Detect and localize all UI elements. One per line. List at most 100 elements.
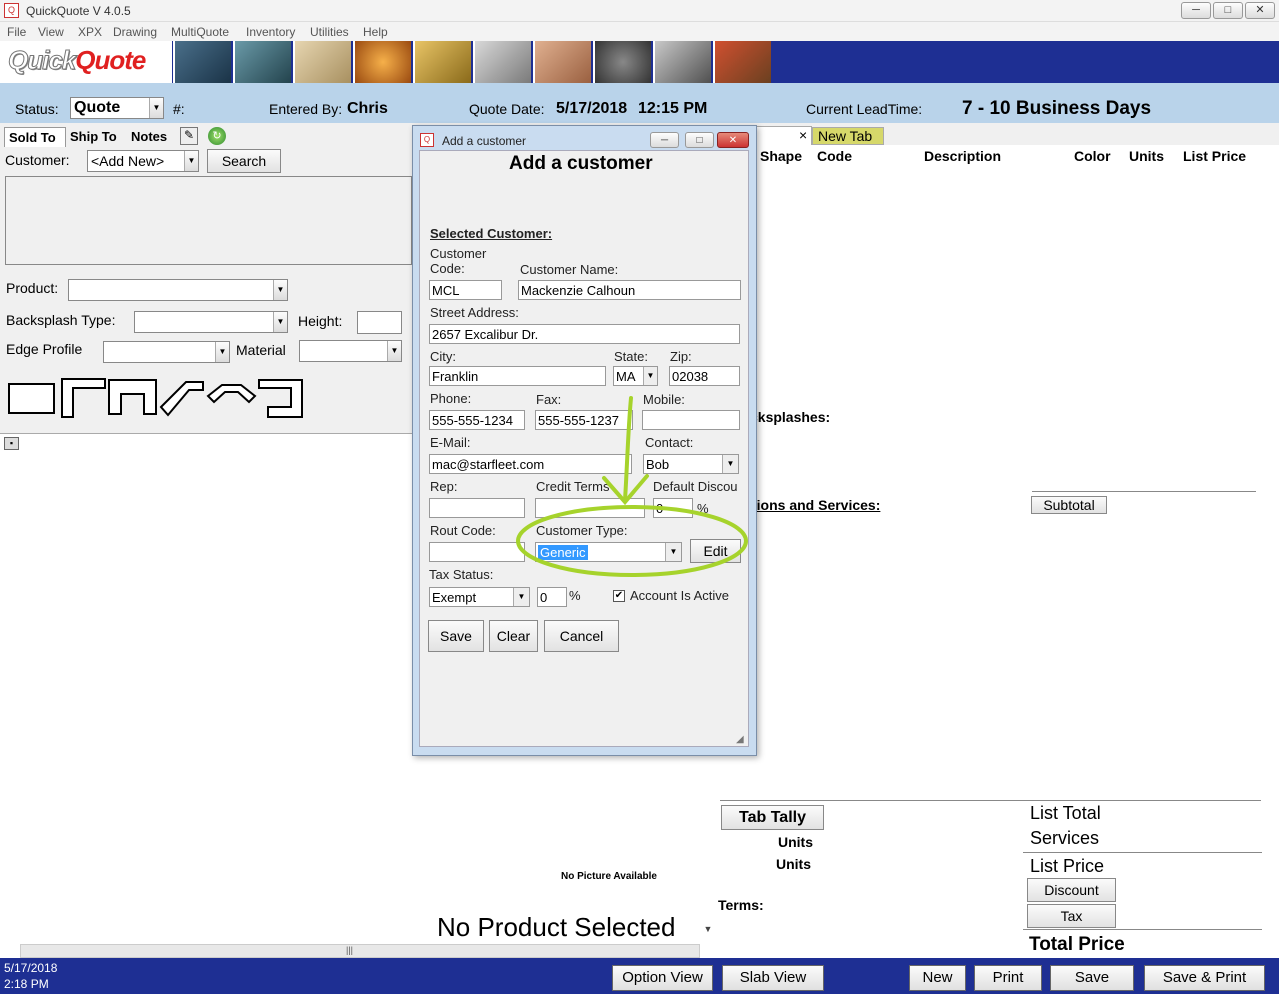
annotation-arrow-shaft xyxy=(623,396,633,502)
tab-sold-to[interactable]: Sold To xyxy=(4,127,66,147)
subtotal-button[interactable]: Subtotal xyxy=(1031,496,1107,514)
chevron-down-icon: ▼ xyxy=(387,341,401,361)
discount-button[interactable]: Discount xyxy=(1027,878,1116,902)
quote-date-value: 5/17/2018 xyxy=(556,100,628,117)
tax-status-label: Tax Status: xyxy=(429,567,494,582)
customer-name-input[interactable]: Mackenzie Calhoun xyxy=(518,280,741,300)
menu-view[interactable]: View xyxy=(38,25,64,39)
status-select[interactable]: Quote ▼ xyxy=(70,97,164,119)
countertop-swatch-2[interactable] xyxy=(233,41,291,83)
minimize-button[interactable]: ─ xyxy=(1181,2,1211,19)
maximize-button[interactable]: □ xyxy=(1213,2,1243,19)
countertop-swatch-8[interactable] xyxy=(593,41,651,83)
edge-profile-label: Edge Profile xyxy=(6,341,83,357)
chevron-down-icon: ▼ xyxy=(215,342,229,362)
u-shape-icon xyxy=(108,379,157,415)
list-price-label: List Price xyxy=(1030,856,1105,876)
menu-drawing[interactable]: Drawing xyxy=(113,25,157,39)
resize-grip-icon[interactable]: ◢ xyxy=(736,734,744,745)
chevron-down-icon: ▼ xyxy=(513,588,529,606)
rout-code-label: Rout Code: xyxy=(430,523,496,538)
product-label: Product: xyxy=(6,280,59,296)
countertop-swatch-5[interactable] xyxy=(413,41,471,83)
dialog-maximize-button[interactable]: □ xyxy=(685,132,714,148)
tab-tally-button[interactable]: Tab Tally xyxy=(721,805,824,830)
dialog-clear-button[interactable]: Clear xyxy=(489,620,538,652)
scroll-down-arrow-icon[interactable]: ▼ xyxy=(702,924,714,944)
material-select[interactable]: ▼ xyxy=(299,340,402,362)
tax-status-select[interactable]: Exempt ▼ xyxy=(429,587,530,607)
customer-info-box xyxy=(5,176,412,265)
horizontal-scrollbar[interactable]: ||| xyxy=(20,944,700,958)
slab-view-button[interactable]: Slab View xyxy=(722,965,824,991)
menu-xpx[interactable]: XPX xyxy=(78,25,102,39)
angle-shape-icon xyxy=(159,381,204,417)
city-label: City: xyxy=(430,349,456,364)
column-list-price: List Price xyxy=(1183,148,1247,164)
footer-time: 2:18 PM xyxy=(4,977,49,991)
countertop-swatch-3[interactable] xyxy=(293,41,351,83)
dialog-cancel-button[interactable]: Cancel xyxy=(544,620,619,652)
city-input[interactable]: Franklin xyxy=(429,366,606,386)
menu-help[interactable]: Help xyxy=(363,25,388,39)
account-active-checkbox[interactable]: ✔ xyxy=(613,590,625,602)
tax-button[interactable]: Tax xyxy=(1027,904,1116,928)
dialog-minimize-button[interactable]: ─ xyxy=(650,132,679,148)
dialog-window-title: Add a customer xyxy=(442,134,527,148)
backsplash-type-select[interactable]: ▼ xyxy=(134,311,288,333)
quote-time-value: 12:15 PM xyxy=(638,100,708,117)
pencil-icon[interactable]: ✎ xyxy=(180,127,198,145)
quote-items-panel: tion1 × New Tab Shape Code Description C… xyxy=(716,123,1279,958)
state-value: MA xyxy=(616,369,636,384)
quote-number-label: #: xyxy=(173,101,185,117)
title-bar: Q QuickQuote V 4.0.5 ─ □ ✕ xyxy=(0,0,1279,22)
customer-select[interactable]: <Add New> ▼ xyxy=(87,150,199,172)
menu-file[interactable]: File xyxy=(7,25,26,39)
street-address-label: Street Address: xyxy=(430,305,519,320)
backsplashes-heading: cksplashes: xyxy=(750,409,831,425)
search-button[interactable]: Search xyxy=(207,149,281,173)
height-label: Height: xyxy=(298,313,343,329)
close-tab-icon[interactable]: × xyxy=(799,127,807,143)
new-button[interactable]: New xyxy=(909,965,966,991)
countertop-swatch-4[interactable] xyxy=(353,41,411,83)
zip-input[interactable]: 02038 xyxy=(669,366,740,386)
account-active-label: Account Is Active xyxy=(630,588,729,603)
column-code: Code xyxy=(817,148,852,164)
menu-multiquote[interactable]: MultiQuote xyxy=(171,25,229,39)
countertop-swatch-7[interactable] xyxy=(533,41,591,83)
refresh-icon[interactable]: ↻ xyxy=(208,127,226,145)
customer-panel: Sold To Ship To Notes ✎ ↻ Customer: <Add… xyxy=(0,123,412,433)
option-view-button[interactable]: Option View xyxy=(612,965,713,991)
height-input[interactable] xyxy=(357,311,402,334)
no-product-selected: No Product Selected xyxy=(437,912,676,942)
dialog-close-button[interactable]: ✕ xyxy=(717,132,749,148)
zip-label: Zip: xyxy=(670,349,692,364)
tax-percent-input[interactable]: 0 xyxy=(537,587,567,607)
countertop-swatch-9[interactable] xyxy=(653,41,711,83)
tab-new-tab[interactable]: New Tab xyxy=(812,127,884,145)
save-and-print-button[interactable]: Save & Print xyxy=(1144,965,1265,991)
state-select[interactable]: MA ▼ xyxy=(613,366,658,386)
customer-code-input[interactable]: MCL xyxy=(429,280,502,300)
entered-by-label: Entered By: xyxy=(269,101,343,117)
app-icon: Q xyxy=(4,3,19,18)
tab-notes[interactable]: Notes xyxy=(131,129,167,144)
product-select[interactable]: ▼ xyxy=(68,279,288,301)
save-button[interactable]: Save xyxy=(1050,965,1134,991)
units-label-2: Units xyxy=(776,856,811,872)
street-address-input[interactable]: 2657 Excalibur Dr. xyxy=(429,324,740,344)
menu-inventory[interactable]: Inventory xyxy=(246,25,295,39)
menu-utilities[interactable]: Utilities xyxy=(310,25,349,39)
edge-profile-select[interactable]: ▼ xyxy=(103,341,230,363)
tab-ship-to[interactable]: Ship To xyxy=(70,129,117,144)
print-button[interactable]: Print xyxy=(974,965,1042,991)
countertop-swatch-6[interactable] xyxy=(473,41,531,83)
shape-palette xyxy=(8,378,303,418)
dialog-save-button[interactable]: Save xyxy=(428,620,484,652)
collapse-icon[interactable]: ▪ xyxy=(4,437,19,450)
countertop-swatch-1[interactable] xyxy=(173,41,231,83)
close-button[interactable]: ✕ xyxy=(1245,2,1275,19)
tax-status-value: Exempt xyxy=(432,590,477,605)
countertop-swatch-10[interactable] xyxy=(713,41,771,83)
